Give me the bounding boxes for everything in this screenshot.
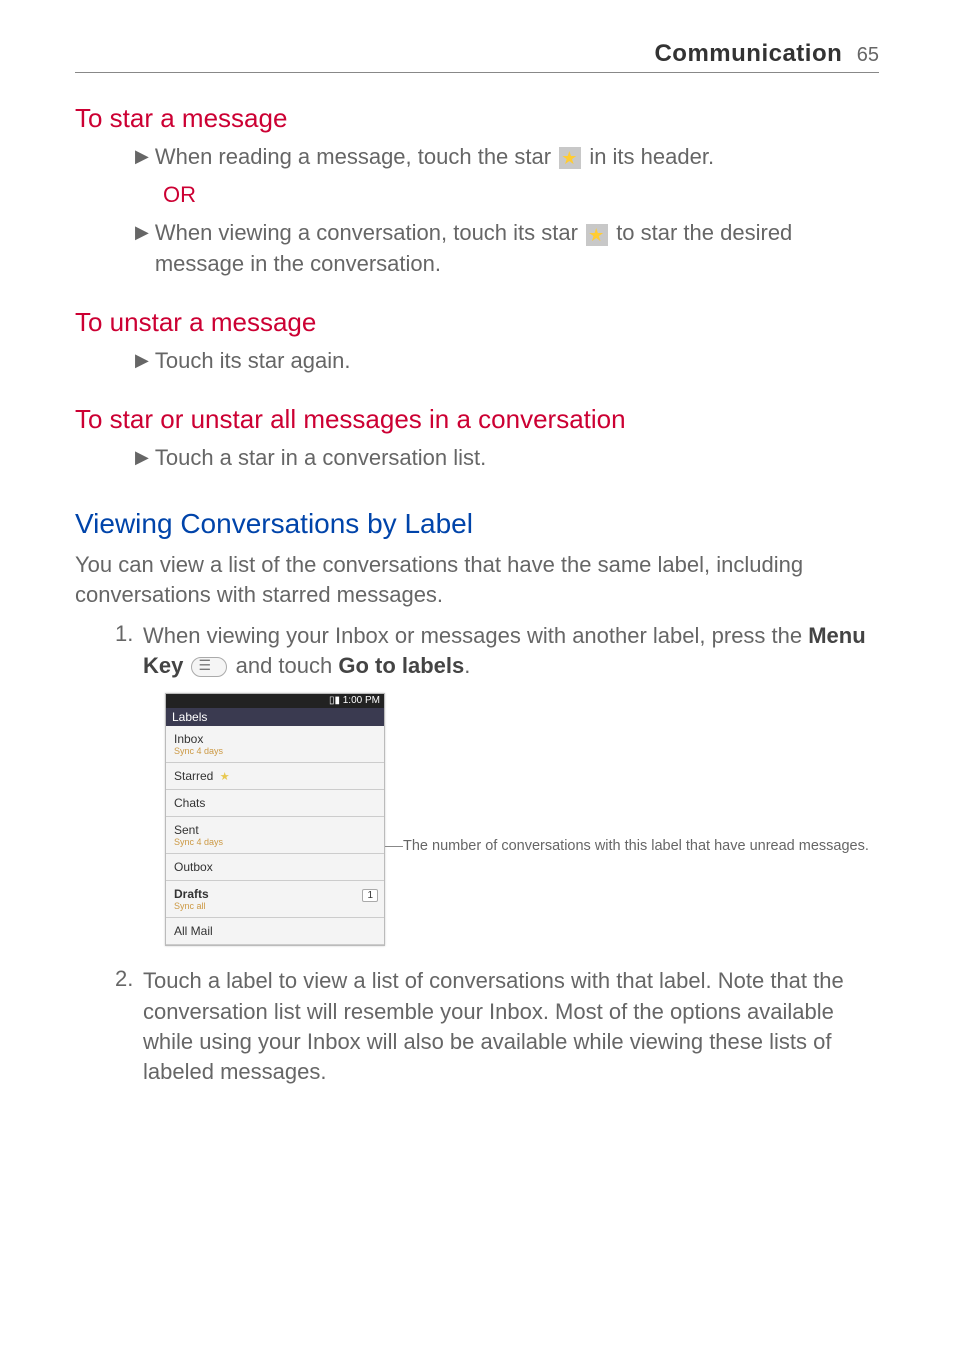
triangle-icon: ▶: [135, 218, 149, 279]
bullet-star-all: ▶ Touch a star in a conversation list.: [75, 443, 879, 473]
step-number: 1.: [115, 621, 143, 682]
text: When reading a message, touch the star: [155, 144, 557, 169]
text: When viewing a conversation, touch its s…: [155, 220, 584, 245]
step-1: 1. When viewing your Inbox or messages w…: [75, 621, 879, 682]
label-sub: Sync all: [174, 901, 376, 911]
label-outbox[interactable]: Outbox: [166, 854, 384, 881]
text: Touch its star again.: [155, 346, 351, 376]
star-icon: ★: [220, 771, 230, 783]
label-chats[interactable]: Chats: [166, 790, 384, 817]
star-icon: [586, 224, 608, 246]
drafts-badge: 1: [362, 889, 378, 902]
section-title: Communication: [654, 40, 842, 67]
text: in its header.: [589, 144, 714, 169]
bullet-read-message: ▶ When reading a message, touch the star…: [75, 142, 879, 172]
label-starred[interactable]: Starred ★: [166, 763, 384, 790]
label-sub: Sync 4 days: [174, 746, 376, 756]
text: When viewing your Inbox or messages with…: [143, 623, 808, 648]
step-2: 2. Touch a label to view a list of conve…: [75, 966, 879, 1087]
step-2-text: Touch a label to view a list of conversa…: [143, 966, 879, 1087]
triangle-icon: ▶: [135, 346, 149, 376]
label-sent[interactable]: Sent Sync 4 days: [166, 817, 384, 854]
text: Touch a star in a conversation list.: [155, 443, 486, 473]
label-text: Drafts: [174, 887, 209, 901]
signal-icon: ▯▮: [329, 695, 340, 706]
heading-unstar: To unstar a message: [75, 307, 879, 338]
goto-labels-label: Go to labels: [338, 653, 464, 678]
label-text: Outbox: [174, 860, 213, 874]
label-inbox[interactable]: Inbox Sync 4 days: [166, 726, 384, 763]
callout-text: The number of conversations with this la…: [403, 838, 869, 854]
status-bar: ▯▮ 1:00 PM: [166, 694, 384, 708]
text: and touch: [236, 653, 339, 678]
label-text: Starred: [174, 769, 213, 783]
bullet-view-conversation: ▶ When viewing a conversation, touch its…: [75, 218, 879, 279]
heading-star-message: To star a message: [75, 103, 879, 134]
label-drafts[interactable]: Drafts 1 Sync all: [166, 881, 384, 918]
screenshot-figure: ▯▮ 1:00 PM Labels Inbox Sync 4 days Star…: [165, 693, 879, 946]
phone-screenshot: ▯▮ 1:00 PM Labels Inbox Sync 4 days Star…: [165, 693, 385, 946]
triangle-icon: ▶: [135, 443, 149, 473]
step-number: 2.: [115, 966, 143, 1087]
heading-viewing-by-label: Viewing Conversations by Label: [75, 508, 879, 540]
label-text: All Mail: [174, 924, 213, 938]
triangle-icon: ▶: [135, 142, 149, 172]
label-text: Inbox: [174, 732, 203, 746]
header: Communication 65: [75, 40, 879, 73]
label-text: Chats: [174, 796, 205, 810]
text: .: [464, 653, 470, 678]
star-icon: [559, 147, 581, 169]
label-sub: Sync 4 days: [174, 837, 376, 847]
page-number: 65: [857, 44, 879, 66]
label-all-mail[interactable]: All Mail: [166, 918, 384, 945]
bullet-unstar: ▶ Touch its star again.: [75, 346, 879, 376]
menu-key-icon: [191, 657, 227, 677]
or-label: OR: [75, 182, 879, 208]
label-text: Sent: [174, 823, 199, 837]
heading-star-all: To star or unstar all messages in a conv…: [75, 404, 879, 435]
labels-header: Labels: [166, 708, 384, 726]
status-time: 1:00 PM: [343, 695, 380, 706]
intro-text: You can view a list of the conversations…: [75, 550, 879, 611]
